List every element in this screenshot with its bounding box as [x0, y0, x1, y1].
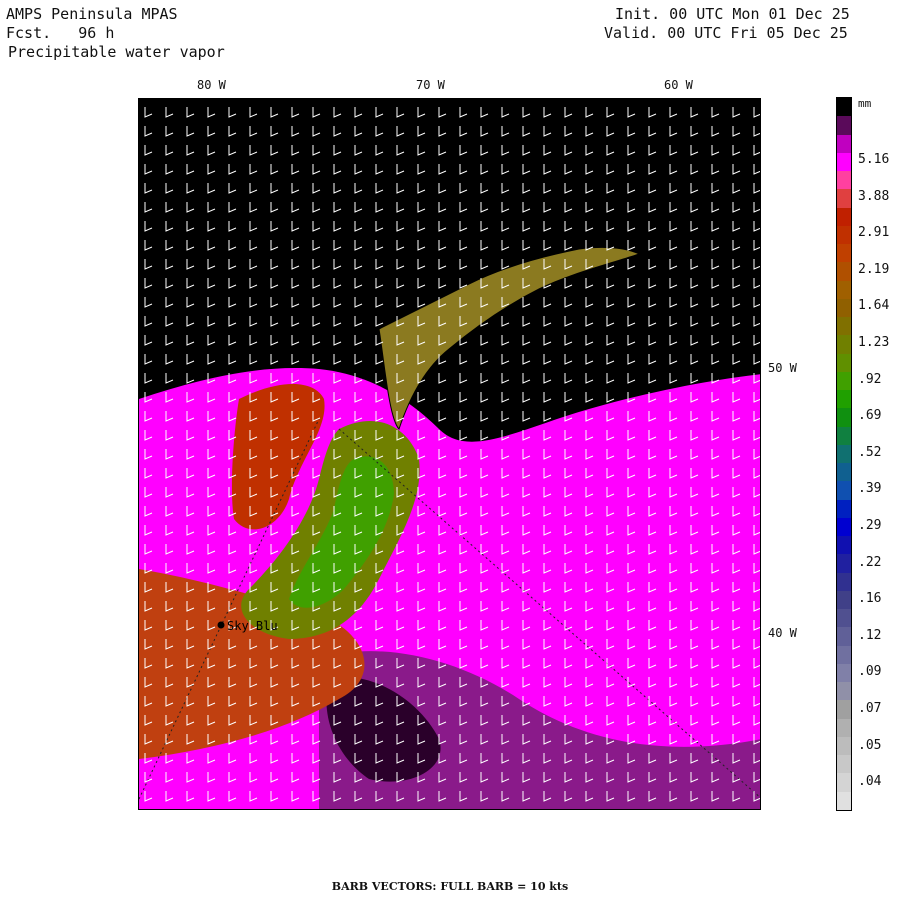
- colorbar-label: 2.91: [858, 225, 890, 241]
- forecast-hour: Fcst. 96 h: [6, 24, 115, 42]
- colorbar-swatch: [837, 755, 851, 774]
- valid-time: Valid. 00 UTC Fri 05 Dec 25: [604, 24, 848, 42]
- lon-label-60w: 60 W: [664, 78, 693, 92]
- map-canvas: Sky Blu: [139, 99, 760, 809]
- colorbar-swatch: [837, 171, 851, 190]
- lat-label-50w: 50 W: [768, 361, 797, 375]
- colorbar-label: 5.16: [858, 152, 890, 167]
- lon-label-80w: 80 W: [197, 78, 226, 92]
- colorbar-swatch: [837, 225, 851, 245]
- colorbar-swatch: [837, 718, 851, 738]
- map-panel: Sky Blu: [138, 98, 761, 810]
- colorbar-swatch: [837, 207, 851, 227]
- colorbar-swatch: [837, 609, 851, 628]
- colorbar-label: .09: [858, 664, 882, 680]
- barb-legend: BARB VECTORS: FULL BARB = 10 kts: [331, 880, 569, 893]
- colorbar-swatch: [837, 152, 851, 172]
- lon-label-70w: 70 W: [416, 78, 445, 92]
- init-time: Init. 00 UTC Mon 01 Dec 25: [615, 5, 850, 23]
- colorbar-label: .22: [858, 554, 882, 570]
- field-name: Precipitable water vapor: [8, 43, 225, 61]
- colorbar-label: .16: [858, 591, 882, 607]
- colorbar-swatch: [837, 736, 851, 756]
- colorbar-swatch: [837, 773, 851, 793]
- colorbar-swatch: [837, 335, 851, 355]
- colorbar-label: .07: [858, 701, 882, 716]
- colorbar-label: .05: [858, 737, 882, 753]
- colorbar-swatch: [837, 554, 851, 574]
- colorbar-swatch: [837, 408, 851, 428]
- colorbar-swatch: [837, 663, 851, 683]
- colorbar-swatch: [837, 116, 851, 135]
- colorbar-label: .69: [858, 408, 882, 424]
- colorbar-label: .92: [858, 371, 882, 387]
- colorbar-swatch: [837, 499, 851, 519]
- colorbar-swatch: [837, 134, 851, 154]
- lat-label-40w: 40 W: [768, 626, 797, 640]
- colorbar-swatch: [837, 390, 851, 409]
- colorbar-swatch: [837, 463, 851, 482]
- colorbar-swatch: [837, 98, 851, 117]
- colorbar-label: .12: [858, 627, 882, 643]
- colorbar-label: 2.19: [858, 261, 890, 277]
- colorbar-label: .52: [858, 444, 882, 460]
- colorbar-swatch: [837, 682, 851, 701]
- station-marker: [217, 621, 225, 629]
- colorbar-label: .29: [858, 518, 882, 533]
- colorbar-swatch: [837, 298, 851, 318]
- colorbar-swatch: [837, 262, 851, 282]
- plot-page: AMPS Peninsula MPAS Fcst. 96 h Precipita…: [0, 0, 900, 900]
- colorbar-label: .39: [858, 481, 882, 497]
- colorbar: [836, 97, 852, 811]
- colorbar-swatch: [837, 280, 851, 300]
- colorbar-swatch: [837, 572, 851, 592]
- colorbar-label: 3.88: [858, 188, 890, 204]
- colorbar-swatch: [837, 371, 851, 391]
- colorbar-label: 1.23: [858, 335, 890, 350]
- station-label: Sky Blu: [227, 619, 278, 633]
- colorbar-swatch: [837, 426, 851, 446]
- colorbar-swatch: [837, 590, 851, 610]
- colorbar-swatch: [837, 791, 851, 811]
- colorbar-unit: mm: [858, 97, 872, 110]
- colorbar-swatch: [837, 700, 851, 720]
- colorbar-swatch: [837, 244, 851, 263]
- colorbar-swatch: [837, 517, 851, 537]
- colorbar-swatch: [837, 536, 851, 555]
- colorbar-label: .04: [858, 774, 882, 790]
- colorbar-swatch: [837, 317, 851, 336]
- colorbar-swatch: [837, 353, 851, 373]
- colorbar-swatch: [837, 444, 851, 464]
- colorbar-label: 1.64: [858, 298, 890, 314]
- colorbar-swatch: [837, 189, 851, 209]
- colorbar-swatch: [837, 481, 851, 501]
- colorbar-swatch: [837, 627, 851, 647]
- model-title: AMPS Peninsula MPAS: [6, 5, 178, 23]
- colorbar-swatch: [837, 645, 851, 665]
